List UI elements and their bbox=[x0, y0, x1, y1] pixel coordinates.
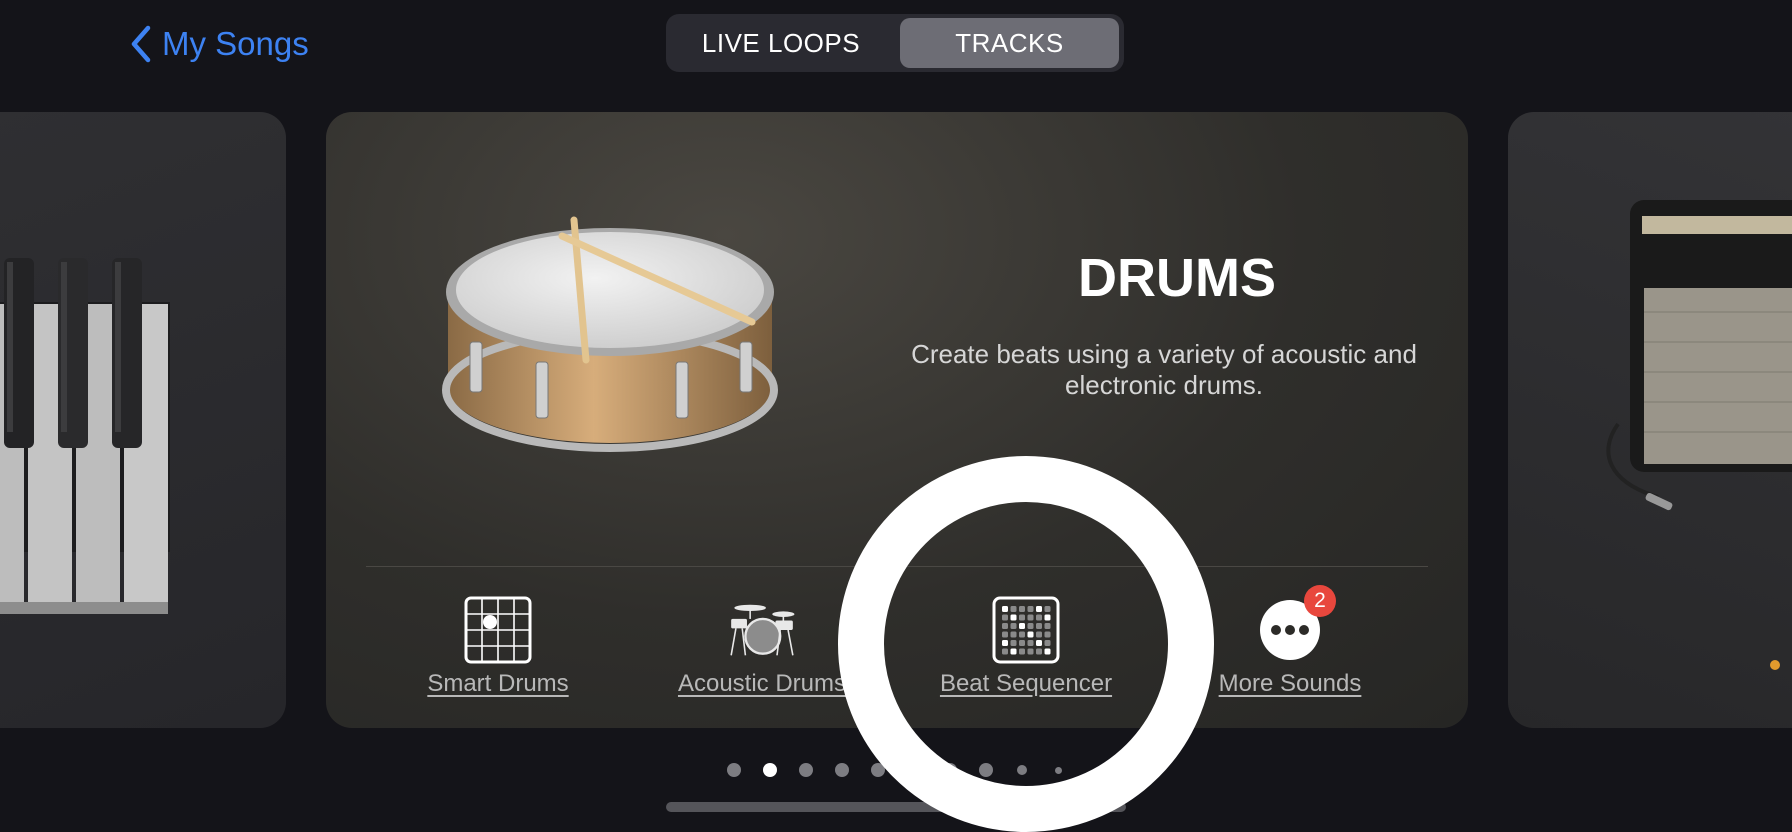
page-dot[interactable] bbox=[907, 763, 921, 777]
card-description: Create beats using a variety of acoustic… bbox=[911, 339, 1417, 400]
notification-badge: 2 bbox=[1304, 585, 1336, 617]
acoustic-drums-option[interactable]: Acoustic Drums bbox=[652, 596, 872, 698]
smart-drums-grid-icon bbox=[464, 596, 532, 664]
smart-drums-option[interactable]: Smart Drums bbox=[388, 596, 608, 698]
divider bbox=[366, 566, 1428, 567]
guitar-amp-image bbox=[1606, 200, 1792, 511]
view-segmented-control: LIVE LOOPS TRACKS bbox=[666, 14, 1124, 72]
sequencer-cell bbox=[1027, 648, 1034, 655]
sequencer-cell bbox=[1044, 631, 1051, 638]
home-indicator[interactable] bbox=[666, 802, 1126, 812]
tab-live-loops[interactable]: LIVE LOOPS bbox=[670, 18, 892, 68]
card-title: DRUMS bbox=[1078, 248, 1276, 308]
page-dot[interactable] bbox=[979, 763, 993, 777]
sequencer-cell bbox=[1036, 648, 1042, 655]
option-label: Acoustic Drums bbox=[677, 670, 847, 697]
page-dot[interactable] bbox=[835, 763, 849, 777]
sequencer-cell bbox=[1002, 606, 1008, 612]
sequencer-cell bbox=[1027, 631, 1034, 638]
sequencer-cell bbox=[1027, 623, 1034, 629]
sequencer-cell bbox=[1010, 640, 1017, 646]
sequencer-cell bbox=[1044, 606, 1051, 612]
page-dot[interactable] bbox=[943, 763, 957, 777]
sequencer-cell bbox=[1019, 606, 1025, 612]
snare-drum-image bbox=[442, 216, 778, 452]
page-dot[interactable] bbox=[1054, 766, 1062, 774]
sequencer-cell bbox=[1002, 640, 1008, 646]
keyboard-image bbox=[0, 258, 170, 614]
sequencer-cell bbox=[1044, 640, 1051, 646]
sequencer-cell bbox=[1036, 606, 1042, 612]
back-button[interactable]: My Songs bbox=[130, 20, 309, 68]
back-label: My Songs bbox=[162, 25, 309, 62]
sequencer-cell bbox=[1044, 614, 1051, 621]
sequencer-cell bbox=[1010, 606, 1017, 612]
option-label: More Sounds bbox=[1218, 670, 1362, 697]
sequencer-cell bbox=[1010, 623, 1017, 629]
sequencer-cell bbox=[1002, 614, 1008, 621]
more-sounds-option[interactable]: More Sounds bbox=[1180, 596, 1400, 698]
sequencer-cell bbox=[1019, 614, 1025, 621]
sequencer-cell bbox=[1044, 648, 1051, 655]
sequencer-cell bbox=[1010, 631, 1017, 638]
sequencer-cell bbox=[1002, 648, 1008, 655]
sequencer-cell bbox=[1010, 614, 1017, 621]
page-dot[interactable] bbox=[799, 763, 813, 777]
sequencer-cell bbox=[1010, 648, 1017, 655]
keyboard-card[interactable] bbox=[0, 112, 286, 728]
chevron-left-icon bbox=[131, 25, 151, 63]
sequencer-cell bbox=[1036, 631, 1042, 638]
sequencer-cell bbox=[1019, 631, 1025, 638]
beat-sequencer-option[interactable]: Beat Sequencer bbox=[916, 596, 1136, 698]
page-marker-dot bbox=[1770, 660, 1780, 670]
page-dot[interactable] bbox=[1017, 765, 1027, 775]
sequencer-cell bbox=[1002, 623, 1008, 629]
sequencer-cell bbox=[1019, 623, 1025, 629]
page-dot[interactable] bbox=[727, 763, 741, 777]
option-label: Beat Sequencer bbox=[939, 670, 1113, 697]
drum-kit-icon bbox=[728, 596, 796, 664]
sequencer-cell bbox=[1019, 648, 1025, 655]
sequencer-cell bbox=[1002, 631, 1008, 638]
sequencer-cell bbox=[1027, 606, 1034, 612]
sequencer-cell bbox=[1027, 614, 1034, 621]
page-indicator[interactable] bbox=[0, 763, 1792, 777]
option-label: Smart Drums bbox=[427, 670, 569, 697]
sequencer-cell bbox=[1019, 640, 1025, 646]
guitar-amp-card[interactable] bbox=[1508, 112, 1792, 728]
sequencer-cell bbox=[1036, 614, 1042, 621]
sequencer-cell bbox=[1044, 623, 1051, 629]
page-dot[interactable] bbox=[763, 763, 777, 777]
sequencer-cell bbox=[1036, 623, 1042, 629]
beat-sequencer-icon bbox=[992, 596, 1060, 664]
tab-tracks[interactable]: TRACKS bbox=[900, 18, 1119, 68]
sequencer-cell bbox=[1036, 640, 1042, 646]
sequencer-cell bbox=[1027, 640, 1034, 646]
drums-card[interactable]: DRUMS Create beats using a variety of ac… bbox=[326, 112, 1468, 728]
page-dot[interactable] bbox=[871, 763, 885, 777]
